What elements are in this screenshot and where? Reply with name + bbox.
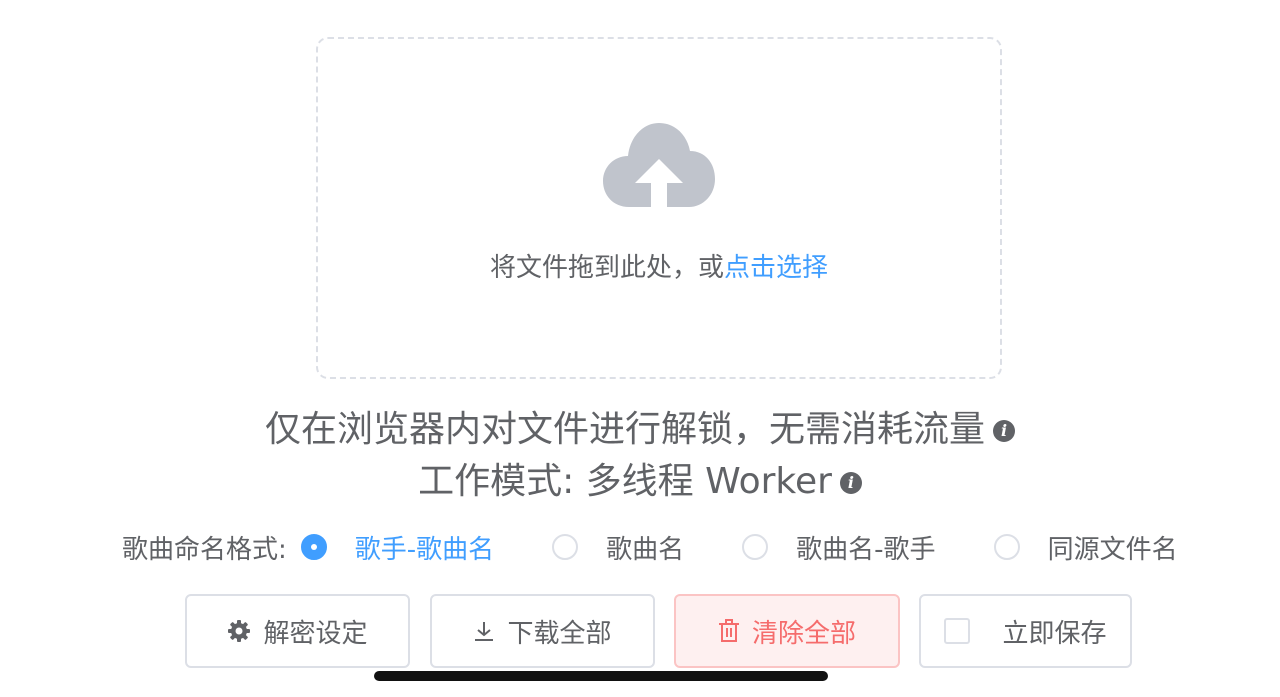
work-mode-note: 工作模式: 多线程 Worker i — [0, 452, 1280, 504]
home-indicator[interactable] — [374, 671, 828, 681]
radio-dot[interactable] — [552, 534, 579, 560]
trash-icon — [718, 619, 740, 643]
download-icon — [473, 620, 495, 642]
radio-title-artist[interactable]: 歌曲名-歌手 — [742, 529, 936, 566]
radio-label: 歌曲名-歌手 — [796, 534, 936, 565]
cloud-upload-icon — [603, 123, 715, 207]
work-mode-text: 工作模式: 多线程 Worker — [418, 461, 832, 502]
upload-dropzone[interactable]: 将文件拖到此处，或点击选择 — [316, 37, 1002, 379]
select-file-link[interactable]: 点击选择 — [724, 253, 828, 283]
radio-label: 歌手-歌曲名 — [354, 534, 495, 565]
privacy-note-text: 仅在浏览器内对文件进行解锁，无需消耗流量 — [264, 409, 985, 450]
save-now-label: 立即保存 — [1002, 618, 1107, 649]
dropzone-text: 将文件拖到此处，或点击选择 — [490, 247, 828, 284]
download-all-label: 下载全部 — [507, 618, 612, 649]
radio-label: 歌曲名 — [606, 534, 685, 565]
save-now-checkbox[interactable] — [944, 618, 971, 644]
decrypt-settings-button[interactable]: 解密设定 — [185, 594, 410, 668]
radio-dot[interactable] — [300, 534, 327, 560]
radio-dot[interactable] — [993, 534, 1020, 560]
radio-title[interactable]: 歌曲名 — [552, 529, 684, 566]
page: 将文件拖到此处，或点击选择 仅在浏览器内对文件进行解锁，无需消耗流量 i 工作模式… — [0, 0, 1280, 697]
privacy-note: 仅在浏览器内对文件进行解锁，无需消耗流量 i — [0, 400, 1280, 452]
radio-dot[interactable] — [742, 534, 769, 560]
info-icon[interactable]: i — [839, 472, 862, 494]
radio-label: 同源文件名 — [1047, 534, 1178, 565]
download-all-button[interactable]: 下载全部 — [430, 594, 655, 668]
decrypt-settings-label: 解密设定 — [263, 618, 368, 649]
info-icon[interactable]: i — [993, 420, 1015, 442]
radio-artist-title[interactable]: 歌手-歌曲名 — [300, 529, 495, 566]
clear-all-button[interactable]: 清除全部 — [674, 594, 900, 668]
radio-source-filename[interactable]: 同源文件名 — [993, 529, 1178, 566]
naming-format-group: 歌曲命名格式: 歌手-歌曲名 歌曲名 歌曲名-歌手 同源文件名 — [122, 527, 1178, 567]
clear-all-label: 清除全部 — [751, 618, 856, 649]
gear-icon — [227, 619, 251, 643]
naming-format-label: 歌曲命名格式: — [122, 534, 287, 565]
dropzone-hint: 将文件拖到此处，或 — [489, 253, 724, 283]
save-now-toggle[interactable]: 立即保存 — [919, 594, 1132, 668]
